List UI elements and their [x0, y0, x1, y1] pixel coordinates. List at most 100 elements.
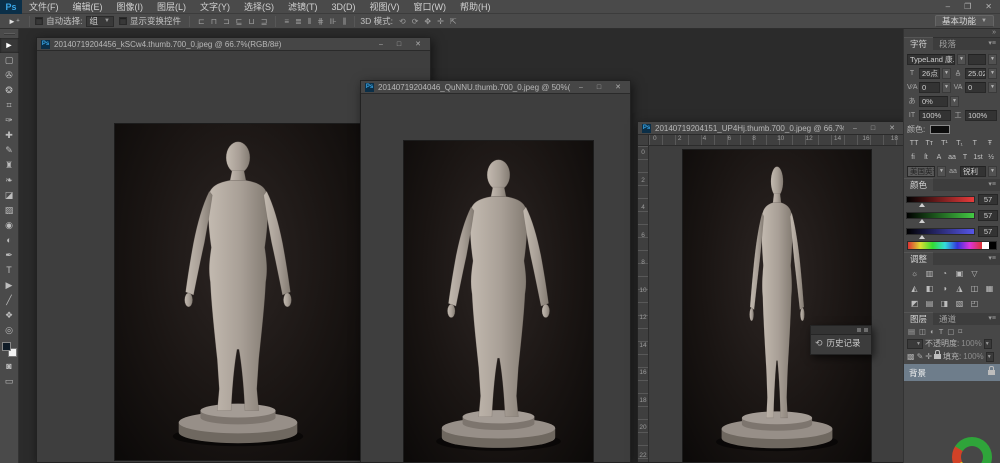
font-style-field[interactable] [968, 54, 986, 65]
chevron-down-icon[interactable]: ▼ [957, 54, 966, 65]
chevron-down-icon[interactable]: ▼ [988, 166, 997, 177]
distribute-icon[interactable]: ⋕ [314, 15, 327, 28]
brush-tool[interactable]: ✎ [0, 143, 19, 158]
restore-icon[interactable]: □ [392, 41, 406, 48]
adjustment-icon[interactable]: ◔ [938, 268, 951, 280]
document-title-bar[interactable]: Ps 20140719204456_kSCw4.thumb.700_0.jpeg… [37, 38, 430, 51]
red-slider[interactable] [906, 196, 975, 203]
history-brush-tool[interactable]: ❧ [0, 173, 19, 188]
menu-item[interactable]: 视图(V) [363, 0, 407, 14]
adjustment-icon[interactable]: ▥ [923, 268, 936, 280]
chevron-down-icon[interactable]: ▼ [950, 96, 959, 107]
align-icon[interactable]: ⊐ [220, 15, 233, 28]
text-style-button[interactable]: Ŧ [983, 138, 997, 149]
healing-brush-tool[interactable]: ✚ [0, 128, 19, 143]
green-slider[interactable] [906, 212, 975, 219]
mode-3d-icon[interactable]: ⟳ [409, 15, 422, 28]
auto-select-dropdown[interactable]: 组▼ [86, 16, 114, 27]
menu-item[interactable]: 帮助(H) [453, 0, 498, 14]
history-panel-header[interactable] [811, 326, 871, 335]
layer-filter-icon[interactable]: ⌑ [958, 327, 962, 336]
menu-item[interactable]: 选择(S) [237, 0, 281, 14]
fill-value[interactable]: 100% [963, 352, 983, 361]
foreground-color-swatch[interactable] [2, 342, 11, 351]
align-icon[interactable]: ⊑ [233, 15, 246, 28]
chevron-down-icon[interactable]: ▼ [937, 166, 946, 177]
tab-character[interactable]: 字符 [904, 37, 933, 50]
adjustment-icon[interactable]: ◩ [908, 298, 921, 310]
adjustment-icon[interactable]: ▦ [983, 283, 996, 295]
green-value-field[interactable]: 57 [978, 210, 998, 221]
lock-option-icon[interactable]: ▩ [907, 352, 915, 361]
eyedropper-tool[interactable]: ✑ [0, 113, 19, 128]
adjustment-icon[interactable]: ◭ [908, 283, 921, 295]
blur-tool[interactable]: ◉ [0, 218, 19, 233]
crop-tool[interactable]: ⌗ [0, 98, 19, 113]
zoom-tool[interactable]: ◎ [0, 323, 19, 338]
menu-item[interactable]: 图像(I) [110, 0, 151, 14]
tab-paragraph[interactable]: 段落 [933, 38, 962, 50]
opentype-feature-button[interactable]: fi [907, 152, 919, 163]
font-size-field[interactable]: 26点 [919, 68, 940, 79]
horizontal-scale-field[interactable]: 100% [965, 110, 997, 121]
hand-tool[interactable]: ❖ [0, 308, 19, 323]
close-icon[interactable]: ✕ [884, 124, 900, 132]
adjustment-icon[interactable]: ☼ [908, 268, 921, 280]
quick-selection-tool[interactable]: ❂ [0, 83, 19, 98]
path-selection-tool[interactable]: ▶ [0, 278, 19, 293]
align-icon[interactable]: ⊒ [258, 15, 271, 28]
adjustment-icon[interactable]: ▤ [923, 298, 936, 310]
type-tool[interactable]: T [0, 263, 19, 278]
close-icon[interactable]: ✕ [410, 40, 426, 48]
minimize-icon[interactable]: – [946, 0, 950, 14]
layer-filter-icon[interactable]: ◫ [919, 327, 926, 336]
opentype-feature-button[interactable]: T [959, 152, 971, 163]
lock-option-icon[interactable]: ✛ [925, 352, 932, 361]
pen-tool[interactable]: ✒ [0, 248, 19, 263]
shape-tool[interactable]: ╱ [0, 293, 19, 308]
workspace-switcher[interactable]: 基本功能▼ [935, 15, 994, 27]
chevron-down-icon[interactable]: ▼ [942, 68, 951, 79]
chevron-down-icon[interactable]: ▼ [988, 54, 997, 65]
quick-mask-button[interactable]: ◙ [0, 359, 19, 374]
tab-adjustments[interactable]: 调整 [904, 252, 933, 265]
distribute-icon[interactable]: ≣ [292, 15, 305, 28]
proportional-spacing-field[interactable]: 0% [919, 96, 948, 107]
chevron-down-icon[interactable]: ▼ [988, 68, 997, 79]
tab-color[interactable]: 颜色 [904, 178, 933, 191]
menu-item[interactable]: 文字(Y) [193, 0, 237, 14]
screen-mode-button[interactable]: ▭ [0, 374, 19, 389]
adjustment-icon[interactable]: ◮ [953, 283, 966, 295]
adjustment-icon[interactable]: ▧ [953, 298, 966, 310]
panel-grip[interactable] [4, 33, 15, 35]
panel-menu-icon[interactable]: ▾≡ [984, 38, 1000, 50]
mode-3d-icon[interactable]: ✛ [434, 15, 447, 28]
vertical-scale-field[interactable]: 100% [919, 110, 951, 121]
language-dropdown[interactable]: 美国英语 [907, 166, 935, 177]
adjustment-icon[interactable]: ▽ [968, 268, 981, 280]
layer-filter-icon[interactable]: ▢ [947, 327, 954, 336]
text-style-button[interactable]: T¹ [937, 138, 951, 149]
tab-layers[interactable]: 图层 [904, 312, 933, 325]
lasso-tool[interactable]: ✇ [0, 68, 19, 83]
layer-filter-icon[interactable]: ▤ [908, 327, 915, 336]
opentype-feature-button[interactable]: 1st [972, 152, 984, 163]
color-spectrum-ramp[interactable] [907, 241, 997, 250]
adjustment-icon[interactable]: ◧ [923, 283, 936, 295]
minimize-icon[interactable]: – [374, 41, 388, 48]
align-icon[interactable]: ⊔ [245, 15, 257, 28]
restore-icon[interactable]: ❐ [964, 0, 971, 14]
dodge-tool[interactable]: ◐ [0, 233, 19, 248]
kerning-field[interactable]: 0 [919, 82, 940, 93]
opentype-feature-button[interactable]: A [933, 152, 945, 163]
close-icon[interactable]: ✕ [610, 83, 626, 91]
close-icon[interactable]: ✕ [985, 0, 992, 14]
adjustment-icon[interactable]: ◫ [968, 283, 981, 295]
text-style-button[interactable]: T₁ [953, 138, 967, 149]
tracking-field[interactable]: 0 [965, 82, 986, 93]
blue-value-field[interactable]: 57 [978, 226, 998, 237]
history-panel-collapsed[interactable]: ⟲ 历史记录 [810, 325, 872, 355]
panel-menu-icon[interactable]: ▾≡ [984, 179, 1000, 191]
text-color-swatch[interactable] [930, 125, 950, 134]
layer-filter-icon[interactable]: ◐ [930, 327, 935, 336]
